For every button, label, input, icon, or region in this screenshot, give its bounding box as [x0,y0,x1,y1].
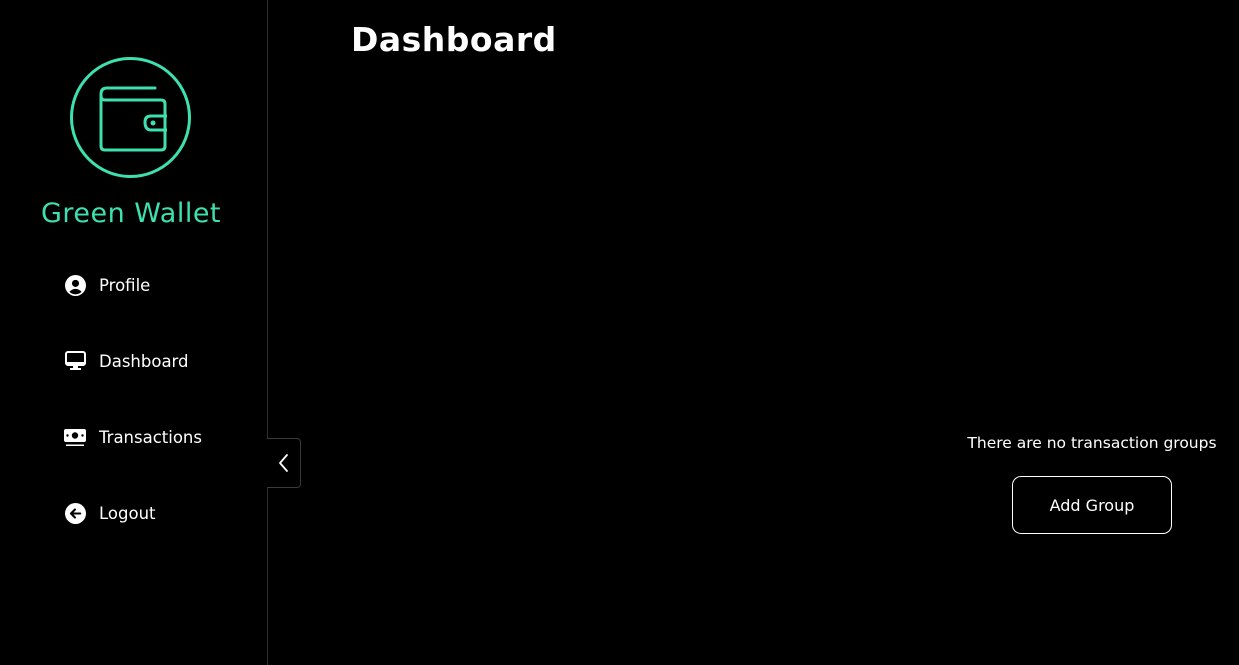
sidebar-item-label: Dashboard [99,351,189,371]
sidebar-item-label: Transactions [99,427,202,447]
sidebar-item-transactions[interactable]: Transactions [64,422,244,452]
sidebar-item-profile[interactable]: Profile [64,270,244,300]
money-icon [64,426,86,448]
add-group-button[interactable]: Add Group [1012,476,1172,534]
arrow-left-circle-icon [64,502,86,524]
monitor-icon [64,350,86,372]
sidebar-nav: Profile Dashboard Transactions Logout [64,270,244,574]
chevron-left-icon [278,454,288,472]
logo [70,57,191,178]
sidebar-item-logout[interactable]: Logout [64,498,244,528]
sidebar: Green Wallet Profile Dashboard Transacti… [0,0,268,665]
sidebar-item-label: Logout [99,503,156,523]
page-title: Dashboard [351,20,557,59]
wallet-icon [99,86,167,152]
sidebar-item-dashboard[interactable]: Dashboard [64,346,244,376]
brand-name: Green Wallet [40,198,222,229]
sidebar-item-label: Profile [99,275,151,295]
user-circle-icon [64,274,86,296]
sidebar-collapse-button[interactable] [267,438,301,488]
empty-state-message: There are no transaction groups [967,434,1217,452]
